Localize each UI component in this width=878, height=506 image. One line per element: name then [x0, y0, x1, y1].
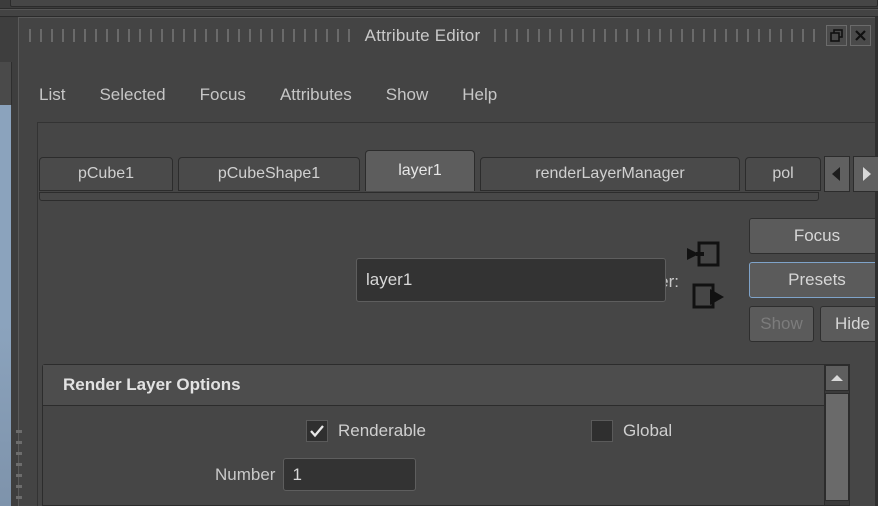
- global-label: Global: [623, 421, 673, 440]
- checkmark-icon: [310, 425, 324, 438]
- presets-button[interactable]: Presets: [749, 262, 878, 298]
- panel-gripper[interactable]: [16, 430, 22, 506]
- hide-button[interactable]: Hide: [820, 306, 878, 342]
- scrollbar-thumb[interactable]: [825, 393, 849, 501]
- number-label: Number: [215, 464, 276, 484]
- window-title: Attribute Editor: [364, 25, 481, 45]
- tab-renderlayermanager[interactable]: renderLayerManager: [480, 157, 740, 191]
- global-checkbox-group[interactable]: Global: [591, 420, 672, 442]
- number-input[interactable]: 1: [283, 458, 417, 491]
- background-panel-corner: [0, 62, 12, 105]
- output-connection-icon: [692, 283, 724, 309]
- restore-icon: [830, 29, 843, 42]
- renderable-checkbox[interactable]: [306, 420, 328, 442]
- caret-up-icon: [831, 375, 843, 381]
- window-controls: [826, 25, 878, 46]
- renderable-checkbox-group[interactable]: Renderable: [306, 420, 426, 442]
- checkbox-row: Renderable Global: [43, 420, 831, 450]
- menubar: List Selected Focus Attributes Show Help: [19, 78, 878, 112]
- titlebar-hatch-left: [29, 29, 351, 42]
- tabs-row: pCube1 pCubeShape1 layer1 renderLayerMan…: [39, 139, 878, 192]
- top-divider-inner: [0, 9, 878, 17]
- renderlayer-name-input[interactable]: layer1: [356, 258, 666, 302]
- renderable-label: Renderable: [338, 421, 426, 440]
- tab-pcube1[interactable]: pCube1: [39, 157, 173, 191]
- tab-pcubeshape1[interactable]: pCubeShape1: [178, 157, 360, 191]
- focus-button[interactable]: Focus: [749, 218, 878, 254]
- node-name-row: renderLayer: layer1: [39, 258, 679, 306]
- node-tab-bar: pCube1 pCubeShape1 layer1 renderLayerMan…: [39, 139, 878, 201]
- tab-pol[interactable]: pol: [745, 157, 821, 191]
- side-button-column: Focus Presets Show Hide: [749, 218, 878, 342]
- tab-next-button[interactable]: [853, 156, 878, 192]
- window-titlebar[interactable]: Attribute Editor: [19, 18, 878, 53]
- render-layer-options-title[interactable]: Render Layer Options: [43, 365, 831, 406]
- render-layer-options-panel: Render Layer Options Renderable Global N…: [42, 364, 832, 506]
- menu-item-help[interactable]: Help: [462, 85, 497, 105]
- menu-item-attributes[interactable]: Attributes: [280, 85, 352, 105]
- global-checkbox[interactable]: [591, 420, 613, 442]
- close-button[interactable]: [850, 25, 871, 46]
- show-button[interactable]: Show: [749, 306, 814, 342]
- caret-left-icon: [832, 167, 840, 181]
- screen: Attribute Editor List Selected Focus Att…: [0, 0, 878, 506]
- output-connection-button[interactable]: [692, 282, 726, 312]
- top-panel-edge: [10, 0, 878, 7]
- number-row: Number 1: [215, 458, 417, 491]
- input-connection-icon: [687, 241, 720, 267]
- render-layer-options-body: Renderable Global Number 1: [43, 406, 831, 505]
- menu-item-focus[interactable]: Focus: [200, 85, 246, 105]
- tab-prev-button[interactable]: [824, 156, 850, 192]
- restore-button[interactable]: [826, 25, 847, 46]
- connection-icons: [686, 240, 726, 320]
- scrollbar-up-button[interactable]: [825, 365, 849, 391]
- background-window-edge: [0, 105, 11, 506]
- titlebar-hatch-right: [494, 29, 816, 42]
- menu-item-show[interactable]: Show: [386, 85, 429, 105]
- render-layer-options-scrollbar[interactable]: [824, 364, 850, 506]
- menu-item-selected[interactable]: Selected: [99, 85, 165, 105]
- show-hide-pair: Show Hide: [749, 306, 878, 342]
- tab-layer1[interactable]: layer1: [365, 150, 475, 191]
- caret-right-icon: [863, 167, 871, 181]
- input-connection-button[interactable]: [686, 240, 720, 270]
- close-icon: [855, 30, 866, 41]
- menu-item-list[interactable]: List: [39, 85, 65, 105]
- tab-scroll-arrows: [824, 156, 878, 192]
- tab-underline: [39, 192, 819, 201]
